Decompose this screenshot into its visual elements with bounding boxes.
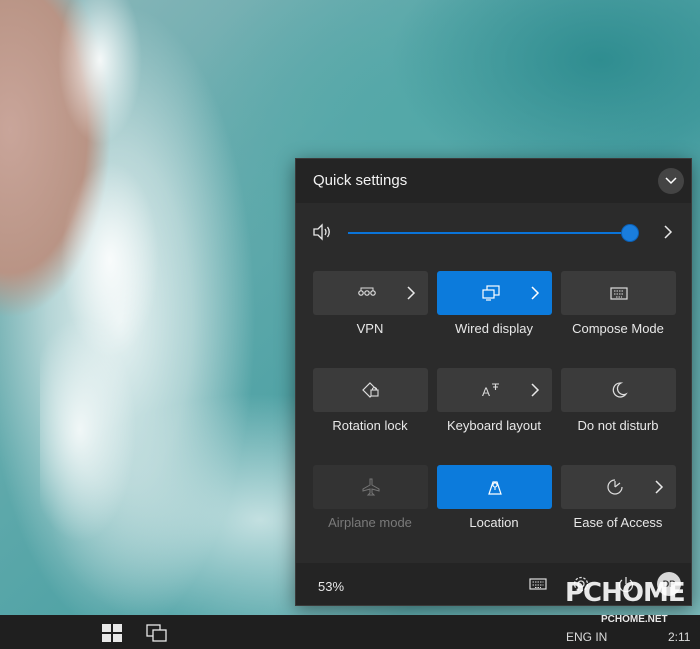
panel-header: Quick settings: [296, 159, 691, 203]
tile-wired-display[interactable]: [437, 271, 552, 315]
tile-label-keyboard-layout: Keyboard layout: [447, 418, 541, 433]
keyboard-layout-icon: A: [482, 383, 499, 399]
vpn-icon: [358, 287, 376, 296]
chevron-right-icon[interactable]: [406, 285, 416, 301]
tile-airplane-mode[interactable]: [313, 465, 428, 509]
accessibility-icon: [607, 479, 623, 495]
tile-label-do-not-disturb: Do not disturb: [577, 418, 659, 433]
volume-row: [296, 217, 691, 247]
quick-settings-panel: Quick settings VPN Wired display Compose…: [295, 158, 692, 606]
tile-compose-mode[interactable]: [561, 271, 676, 315]
tile-label-airplane-mode: Airplane mode: [328, 515, 412, 530]
watermark-logo: PCHOME: [565, 578, 686, 608]
tile-vpn[interactable]: [313, 271, 428, 315]
svg-text:A: A: [482, 385, 490, 399]
tile-do-not-disturb[interactable]: [561, 368, 676, 412]
chevron-right-icon[interactable]: [654, 479, 664, 495]
chevron-right-icon[interactable]: [661, 223, 675, 241]
display-icon: [482, 285, 500, 301]
tile-rotation-lock[interactable]: [313, 368, 428, 412]
keyboard-icon: [610, 287, 628, 300]
watermark: PCHOME PCHOME.NET: [565, 578, 695, 638]
tile-label-ease-of-access: Ease of Access: [573, 515, 663, 530]
tile-label-rotation-lock: Rotation lock: [332, 418, 408, 433]
chevron-right-icon[interactable]: [530, 285, 540, 301]
tile-ease-of-access[interactable]: [561, 465, 676, 509]
chevron-down-icon: [665, 177, 677, 185]
volume-slider-thumb[interactable]: [622, 225, 638, 241]
tile-keyboard-layout[interactable]: A: [437, 368, 552, 412]
volume-slider-track[interactable]: [348, 232, 630, 234]
watermark-url: PCHOME.NET: [601, 614, 668, 625]
tile-label-location: Location: [469, 515, 519, 530]
tile-location[interactable]: [437, 465, 552, 509]
wallpaper-foam: [40, 0, 200, 612]
airplane-icon: [362, 478, 380, 496]
tile-label-wired-display: Wired display: [454, 321, 534, 336]
speaker-icon[interactable]: [312, 223, 332, 241]
collapse-button[interactable]: [658, 168, 684, 194]
moon-icon: [612, 382, 628, 398]
windows-start-icon[interactable]: [101, 623, 123, 643]
task-view-icon[interactable]: [146, 623, 168, 643]
chevron-right-icon[interactable]: [530, 382, 540, 398]
location-icon: [488, 481, 502, 495]
panel-title: Quick settings: [313, 172, 408, 189]
tile-label-vpn: VPN: [356, 321, 384, 336]
keyboard-icon[interactable]: [528, 575, 548, 593]
rotation-lock-icon: [362, 382, 379, 398]
battery-percent: 53%: [318, 579, 345, 594]
tile-label-compose-mode: Compose Mode: [572, 321, 664, 336]
